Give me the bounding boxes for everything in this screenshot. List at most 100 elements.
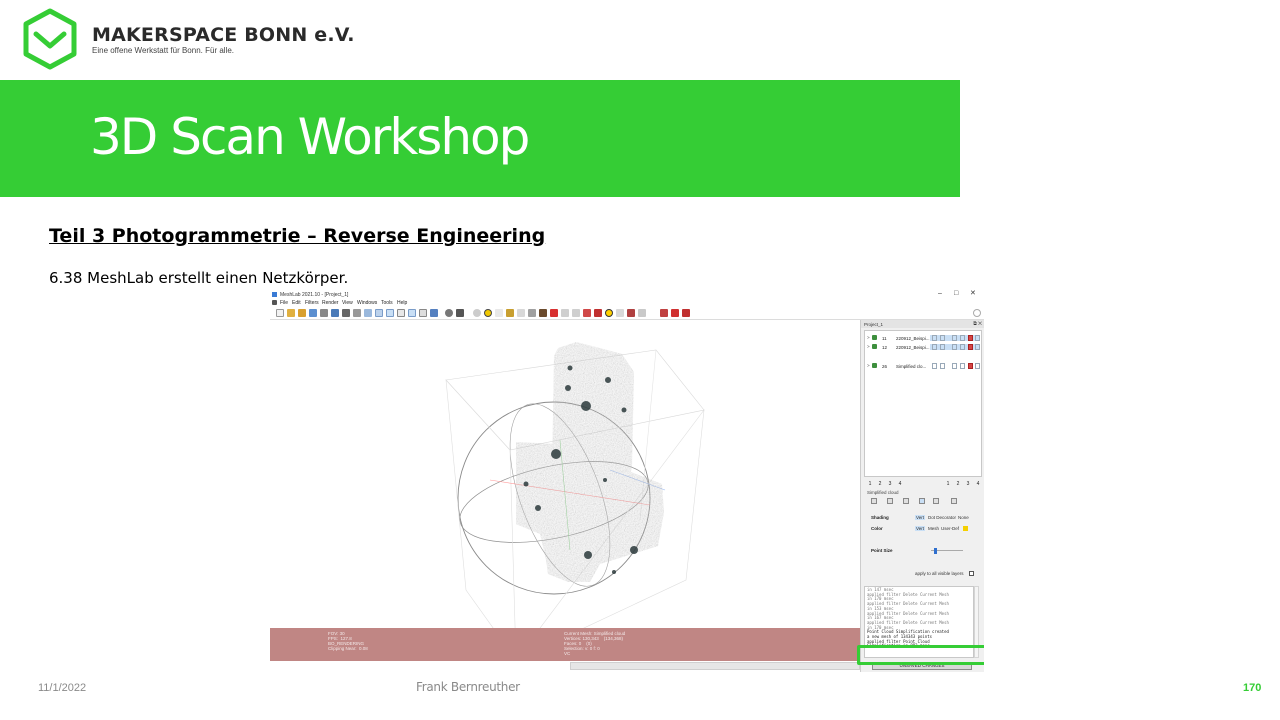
raster-icon[interactable]	[550, 309, 558, 317]
color-fill-icon[interactable]	[583, 309, 591, 317]
layer-row[interactable]: > 12 220912_Beispi...	[866, 343, 981, 351]
bbox-mode-icon[interactable]	[933, 498, 939, 504]
page-tab-4[interactable]: 4	[973, 481, 983, 487]
layer-row-selected[interactable]: > 26 Simplified clo...	[866, 362, 981, 370]
fill-icon[interactable]	[627, 309, 635, 317]
minimize-button[interactable]: –	[938, 290, 942, 297]
points-mode-icon[interactable]	[871, 498, 877, 504]
align-icon[interactable]	[473, 309, 481, 317]
color-userdef-option[interactable]: User-Def	[941, 526, 959, 531]
brush-icon[interactable]	[539, 309, 547, 317]
menu-filters[interactable]: Filters	[305, 300, 319, 306]
panel-float-close-buttons[interactable]: ⧉ ✕	[973, 321, 982, 327]
flat-shading-icon[interactable]	[364, 309, 372, 317]
menu-file[interactable]: File	[280, 300, 288, 306]
page-tab-1[interactable]: 1	[865, 481, 875, 487]
fill-toggle-icon[interactable]	[952, 363, 957, 369]
close-button[interactable]: ✕	[970, 290, 976, 297]
select-vertices-icon[interactable]	[517, 309, 525, 317]
points-toggle-icon[interactable]	[932, 344, 937, 350]
horizontal-scrollbar[interactable]	[570, 662, 860, 670]
paint-icon[interactable]	[506, 309, 514, 317]
import-mesh-icon[interactable]	[298, 309, 306, 317]
texture-toggle-icon[interactable]	[960, 363, 965, 369]
expand-icon[interactable]: >	[867, 363, 870, 368]
fill-mode-icon[interactable]	[919, 498, 925, 504]
3d-viewport[interactable]	[270, 320, 860, 661]
smooth-shading-icon[interactable]	[375, 309, 383, 317]
color-toggle-icon[interactable]	[968, 335, 973, 341]
visibility-eye-icon[interactable]	[872, 344, 877, 349]
z-paint-icon[interactable]	[638, 309, 646, 317]
wire-mode-icon[interactable]	[887, 498, 893, 504]
measure-icon[interactable]	[456, 309, 464, 317]
bbox-toggle-icon[interactable]	[975, 363, 980, 369]
annotation-icon[interactable]	[484, 309, 492, 317]
save-icon[interactable]	[309, 309, 317, 317]
manipulator-icon[interactable]	[616, 309, 624, 317]
fill-toggle-icon[interactable]	[952, 344, 957, 350]
new-project-icon[interactable]	[276, 309, 284, 317]
expand-icon[interactable]: >	[867, 335, 870, 340]
pick-points-icon[interactable]	[495, 309, 503, 317]
fill-toggle-icon[interactable]	[952, 335, 957, 341]
wire-toggle-icon[interactable]	[940, 335, 945, 341]
menu-edit[interactable]: Edit	[292, 300, 301, 306]
color-toggle-icon[interactable]	[968, 344, 973, 350]
visibility-eye-icon[interactable]	[872, 335, 877, 340]
page-tab-2[interactable]: 2	[953, 481, 963, 487]
page-tab-2[interactable]: 2	[875, 481, 885, 487]
point-size-slider-thumb[interactable]	[934, 548, 938, 554]
color-mesh-option[interactable]: Mesh	[928, 526, 939, 531]
texture-toggle-icon[interactable]	[960, 344, 965, 350]
solid-mode-icon[interactable]	[903, 498, 909, 504]
page-tab-1[interactable]: 1	[943, 481, 953, 487]
visibility-eye-icon[interactable]	[872, 363, 877, 368]
page-tab-3[interactable]: 3	[885, 481, 895, 487]
wireframe-icon[interactable]	[353, 309, 361, 317]
layer-row[interactable]: > 11 220912_Beispi...	[866, 334, 981, 342]
select-area-icon[interactable]	[572, 309, 580, 317]
bbox-toggle-icon[interactable]	[975, 335, 980, 341]
color-vert-option[interactable]: Vert	[915, 526, 926, 531]
snapshot-icon[interactable]	[331, 309, 339, 317]
select-faces-icon[interactable]	[528, 309, 536, 317]
expand-icon[interactable]: >	[867, 344, 870, 349]
wire-toggle-icon[interactable]	[940, 344, 945, 350]
maximize-button[interactable]: □	[954, 290, 958, 297]
texture-toggle-icon[interactable]	[960, 335, 965, 341]
menu-view[interactable]: View	[342, 300, 353, 306]
delete-all-icon[interactable]	[682, 309, 690, 317]
box-icon[interactable]	[397, 309, 405, 317]
texture-mode-icon[interactable]	[951, 498, 957, 504]
open-project-icon[interactable]	[287, 309, 295, 317]
delete-vertices-icon[interactable]	[671, 309, 679, 317]
select-connected-icon[interactable]	[561, 309, 569, 317]
page-tab-4[interactable]: 4	[895, 481, 905, 487]
page-tab-3[interactable]: 3	[963, 481, 973, 487]
trackball-icon[interactable]	[445, 309, 453, 317]
info-icon[interactable]	[419, 309, 427, 317]
points-render-icon[interactable]	[342, 309, 350, 317]
delete-selection-icon[interactable]	[594, 309, 602, 317]
shading-vert-option[interactable]: Vert	[915, 515, 926, 520]
apply-all-checkbox[interactable]	[969, 571, 974, 576]
layer-icon[interactable]	[430, 309, 438, 317]
wire-toggle-icon[interactable]	[940, 363, 945, 369]
menu-help[interactable]: Help	[397, 300, 407, 306]
delete-faces-icon[interactable]	[660, 309, 668, 317]
points-toggle-icon[interactable]	[932, 363, 937, 369]
search-icon[interactable]	[973, 309, 981, 317]
color-toggle-icon[interactable]	[968, 363, 973, 369]
texture-icon[interactable]	[386, 309, 394, 317]
reload-icon[interactable]	[320, 309, 328, 317]
user-color-swatch[interactable]	[963, 526, 968, 531]
shading-none-option[interactable]: None	[958, 515, 969, 520]
bbox-toggle-icon[interactable]	[975, 344, 980, 350]
help-icon[interactable]	[605, 309, 613, 317]
light-icon[interactable]	[408, 309, 416, 317]
menu-tools[interactable]: Tools	[381, 300, 393, 306]
menu-windows[interactable]: Windows	[357, 300, 377, 306]
menu-render[interactable]: Render	[322, 300, 338, 306]
points-toggle-icon[interactable]	[932, 335, 937, 341]
